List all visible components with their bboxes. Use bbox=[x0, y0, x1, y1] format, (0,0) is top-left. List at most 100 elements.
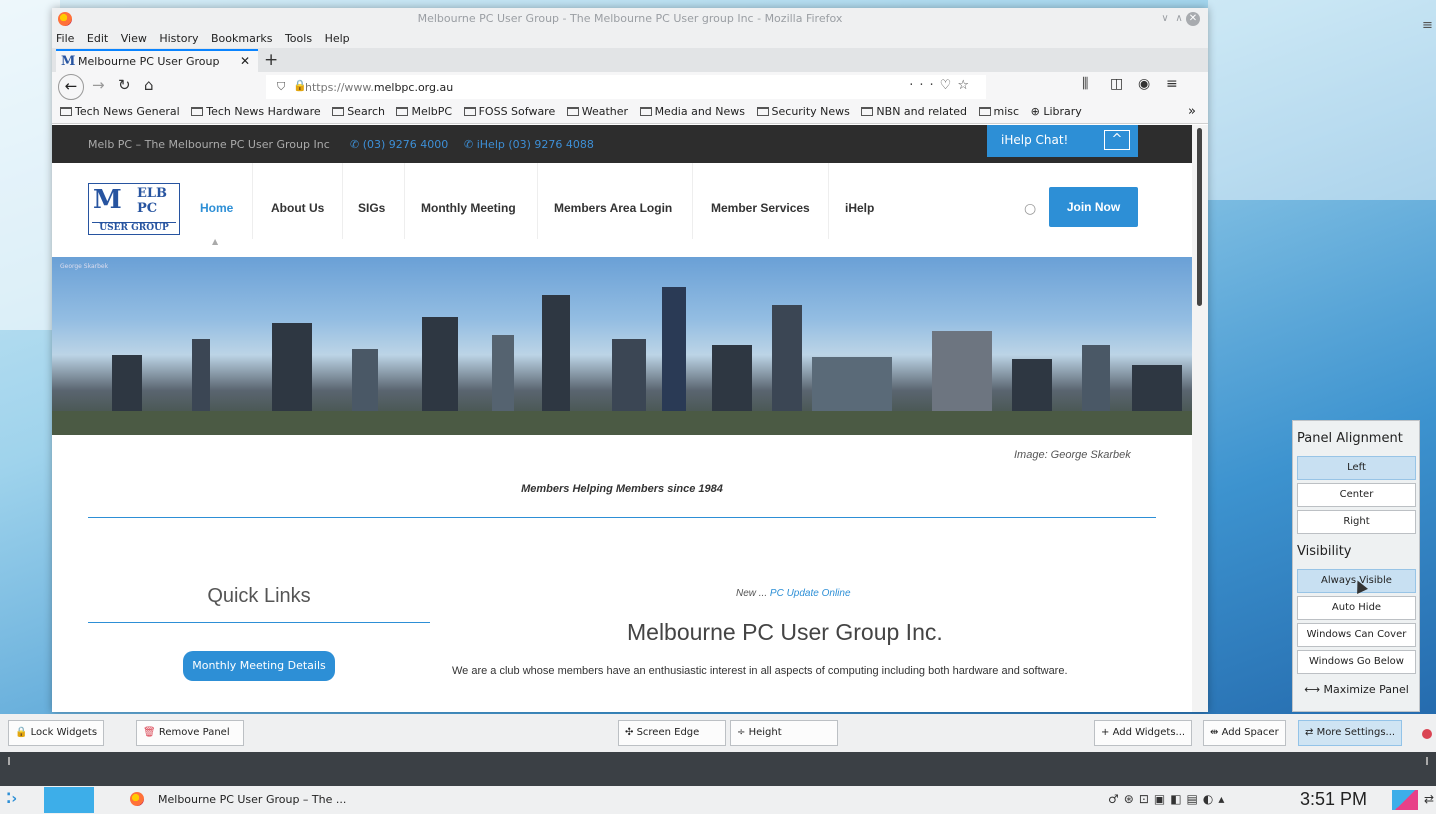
spacer-icon: ⇹ bbox=[1210, 727, 1222, 738]
home-icon[interactable]: ⌂ bbox=[144, 76, 154, 94]
nav-home[interactable]: Home bbox=[190, 163, 253, 239]
folder-icon bbox=[60, 107, 72, 116]
more-bookmarks-icon[interactable]: » bbox=[1188, 104, 1196, 119]
logo-line3: USER GROUP bbox=[92, 222, 176, 233]
bookmark-folder[interactable]: misc bbox=[978, 105, 1019, 118]
bookmark-folder[interactable]: Tech News Hardware bbox=[191, 105, 321, 118]
virtual-desktop-pager[interactable] bbox=[44, 787, 94, 813]
nav-about-us[interactable]: About Us bbox=[253, 163, 343, 239]
task-firefox[interactable]: Melbourne PC User Group – The ... bbox=[130, 792, 347, 806]
bookmark-label: Tech News General bbox=[75, 105, 180, 118]
align-center-option[interactable]: Center bbox=[1297, 483, 1416, 507]
minimize-icon[interactable]: ∨ bbox=[1158, 12, 1172, 26]
divider bbox=[88, 622, 430, 623]
tracking-shield-icon[interactable]: ⛉ bbox=[277, 80, 285, 94]
join-now-button[interactable]: Join Now bbox=[1049, 187, 1138, 227]
panel-alignment-heading: Panel Alignment bbox=[1297, 431, 1403, 446]
menu-help[interactable]: Help bbox=[325, 32, 350, 45]
screen-edge-button[interactable]: ✣ Screen Edge bbox=[618, 720, 726, 746]
bookmark-folder[interactable]: MelbPC bbox=[396, 105, 452, 118]
tab-melbpc[interactable]: M Melbourne PC User Group ✕ bbox=[56, 49, 258, 72]
move-icon: ✣ bbox=[625, 727, 637, 738]
align-left-option[interactable]: Left bbox=[1297, 456, 1416, 480]
nav-monthly-meeting[interactable]: Monthly Meeting bbox=[405, 163, 538, 239]
bookmark-folder[interactable]: Media and News bbox=[639, 105, 745, 118]
nav-member-services[interactable]: Member Services bbox=[693, 163, 829, 239]
bookmark-folder[interactable]: Tech News General bbox=[60, 105, 180, 118]
panel-left-marker[interactable] bbox=[8, 757, 10, 765]
nav-members-area-login[interactable]: Members Area Login bbox=[538, 163, 693, 239]
menu-edit[interactable]: Edit bbox=[87, 32, 108, 45]
title-bar[interactable]: Melbourne PC User Group - The Melbourne … bbox=[52, 8, 1208, 30]
windows-go-below-option[interactable]: Windows Go Below bbox=[1297, 650, 1416, 674]
bookmark-folder[interactable]: FOSS Sofware bbox=[463, 105, 555, 118]
account-icon[interactable]: ◉ bbox=[1138, 76, 1150, 92]
web-page: Melb PC – The Melbourne PC User Group In… bbox=[52, 125, 1192, 712]
auto-hide-option[interactable]: Auto Hide bbox=[1297, 596, 1416, 620]
task-label: Melbourne PC User Group – The ... bbox=[158, 793, 347, 806]
open-menu-icon[interactable]: ≡ bbox=[1166, 76, 1178, 92]
show-desktop-icon[interactable] bbox=[1392, 790, 1418, 810]
ihelp-chat-widget[interactable]: iHelp Chat! ^ bbox=[987, 125, 1138, 157]
menu-file[interactable]: File bbox=[56, 32, 74, 45]
sidebar-icon[interactable]: ◫ bbox=[1110, 76, 1123, 92]
remove-panel-button[interactable]: 🗑 Remove Panel bbox=[136, 720, 244, 746]
folder-icon bbox=[861, 107, 874, 116]
more-settings-button[interactable]: ⇄ More Settings... bbox=[1298, 720, 1403, 746]
url-prefix: https://www. bbox=[305, 81, 374, 94]
menu-bookmarks[interactable]: Bookmarks bbox=[211, 32, 272, 45]
new-tab-icon[interactable]: + bbox=[264, 50, 278, 70]
menu-view[interactable]: View bbox=[121, 32, 147, 45]
menu-tools[interactable]: Tools bbox=[285, 32, 312, 45]
bookmark-folder[interactable]: Weather bbox=[566, 105, 628, 118]
nav-sigs[interactable]: SIGs bbox=[343, 163, 405, 239]
close-panel-edit-icon[interactable] bbox=[1422, 729, 1432, 739]
page-actions-icon[interactable]: ···♡☆ bbox=[909, 78, 975, 93]
add-spacer-button[interactable]: ⇹ Add Spacer bbox=[1203, 720, 1286, 746]
app-launcher-icon[interactable]: ⁚› bbox=[6, 791, 17, 807]
back-icon[interactable]: ← bbox=[58, 74, 84, 100]
skyline-banner-image: George Skarbek bbox=[52, 257, 1192, 435]
close-icon[interactable]: ✕ bbox=[1186, 12, 1200, 26]
forward-icon[interactable]: → bbox=[92, 76, 105, 94]
chevron-up-icon[interactable]: ^ bbox=[1104, 130, 1130, 150]
desktop-toolbox-icon[interactable]: ≡ bbox=[1422, 18, 1433, 33]
panel-resize-strip[interactable] bbox=[0, 752, 1436, 786]
menu-history[interactable]: History bbox=[159, 32, 198, 45]
align-right-option[interactable]: Right bbox=[1297, 510, 1416, 534]
windows-can-cover-option[interactable]: Windows Can Cover bbox=[1297, 623, 1416, 647]
panel-right-marker[interactable] bbox=[1426, 757, 1428, 765]
page-scrollbar[interactable] bbox=[1192, 125, 1208, 712]
monthly-meeting-details-button[interactable]: Monthly Meeting Details bbox=[183, 651, 335, 681]
firefox-window: Melbourne PC User Group - The Melbourne … bbox=[52, 8, 1208, 712]
scrollbar-thumb[interactable] bbox=[1197, 128, 1202, 306]
tab-close-icon[interactable]: ✕ bbox=[240, 54, 250, 68]
phone-link[interactable]: ✆ (03) 9276 4000 bbox=[350, 138, 448, 151]
bookmark-folder[interactable]: Search bbox=[332, 105, 385, 118]
ihelp-phone-link[interactable]: ✆ iHelp (03) 9276 4088 bbox=[464, 138, 594, 151]
panel-options-icon[interactable]: ⇄ bbox=[1424, 792, 1434, 806]
reload-icon[interactable]: ↻ bbox=[118, 76, 131, 94]
height-button[interactable]: ÷ Height bbox=[730, 720, 838, 746]
bookmark-folder[interactable]: NBN and related bbox=[861, 105, 967, 118]
melbpc-logo[interactable]: M ELB PC USER GROUP bbox=[88, 183, 180, 235]
nav-ihelp[interactable]: iHelp bbox=[829, 163, 889, 239]
add-widgets-button[interactable]: + Add Widgets... bbox=[1094, 720, 1193, 746]
url-bar[interactable]: ⛉ 🔒 https://www.melbpc.org.au ···♡☆ bbox=[266, 75, 986, 99]
search-icon[interactable]: ○ bbox=[1024, 201, 1036, 217]
bookmark-folder[interactable]: Security News bbox=[756, 105, 850, 118]
ihelp-phone-number: iHelp (03) 9276 4088 bbox=[476, 138, 594, 151]
system-tray-icons[interactable]: ♂⊛⊡▣◧▤◐▴ bbox=[1108, 792, 1229, 806]
lock-widgets-button[interactable]: 🔒 Lock Widgets bbox=[8, 720, 105, 746]
nav-label: iHelp bbox=[845, 201, 875, 215]
pc-update-link[interactable]: PC Update Online bbox=[770, 588, 851, 599]
clock[interactable]: 3:51 PM bbox=[1300, 789, 1367, 810]
maximize-panel-button[interactable]: ⟷ Maximize Panel bbox=[1297, 679, 1416, 703]
bookmark-label: NBN and related bbox=[876, 105, 968, 118]
bookmark-library[interactable]: ⊕ Library bbox=[1031, 105, 1082, 118]
folder-icon bbox=[332, 107, 345, 116]
maximize-icon[interactable]: ∧ bbox=[1172, 12, 1186, 26]
lock-widgets-label: Lock Widgets bbox=[30, 727, 98, 738]
nav-label: Member Services bbox=[711, 201, 810, 215]
library-icon[interactable]: ⫼ bbox=[1082, 76, 1088, 92]
